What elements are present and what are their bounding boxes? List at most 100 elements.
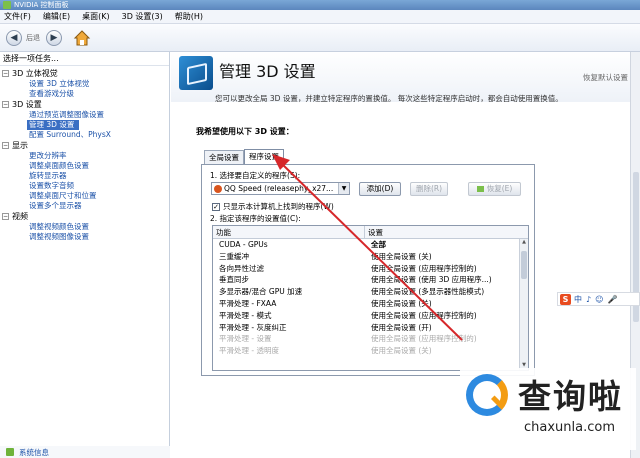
info-icon — [6, 448, 14, 456]
program-icon — [214, 185, 222, 193]
collapse-icon[interactable]: − — [2, 70, 9, 77]
table-row[interactable]: 三重缓冲 使用全局设置 (关) — [213, 251, 528, 263]
table-row[interactable]: 平滑处理 - 透明度 使用全局设置 (关) — [213, 345, 528, 357]
watermark-logo-icon — [466, 374, 508, 416]
tree-item-desktop-color[interactable]: 调整桌面颜色设置 — [2, 161, 169, 171]
table-row[interactable]: 多显示器/混合 GPU 加速 使用全局设置 (多显示器性能模式) — [213, 286, 528, 298]
page-description: 您可以更改全局 3D 设置，并建立特定程序的置换值。 每次这些特定程序启动时，都… — [215, 94, 563, 103]
setting-cell[interactable]: 使用全局设置 (应用程序控制的) — [365, 263, 477, 275]
menu-help[interactable]: 帮助(H) — [175, 11, 203, 22]
setting-cell[interactable]: 使用全局设置 (应用程序控制的) — [365, 310, 477, 322]
feature-cell: 平滑处理 - 透明度 — [219, 346, 279, 356]
tree-item-configure-surround-physx[interactable]: 配置 Surround、PhysX — [2, 130, 169, 140]
setting-cell[interactable]: 使用全局设置 (使用 3D 应用程序...) — [365, 274, 492, 286]
grid-scroll-thumb[interactable] — [521, 251, 527, 279]
grid-header-feature[interactable]: 功能 — [213, 226, 365, 238]
watermark: 查询啦 chaxunla.com — [460, 368, 636, 450]
arrow-left-icon: ◀ — [10, 32, 18, 43]
settings-grid: 功能 设置 CUDA - GPUs 全部 三重缓冲 使用全局设置 (关) 各向异性过滤使… — [212, 225, 529, 371]
show-found-programs-checkbox[interactable]: ✓ 只显示本计算机上找到的程序(W) — [212, 201, 334, 212]
menu-3d-settings[interactable]: 3D 设置(3) — [122, 11, 163, 22]
setting-cell[interactable]: 使用全局设置 (开) — [365, 322, 432, 334]
ime-emoji-icon[interactable]: ☺ — [595, 295, 603, 304]
checkbox-label: 只显示本计算机上找到的程序(W) — [223, 202, 334, 211]
menu-bar: 文件(F) 编辑(E) 桌面(K) 3D 设置(3) 帮助(H) — [0, 10, 640, 24]
table-row[interactable]: CUDA - GPUs 全部 — [213, 239, 528, 251]
feature-cell: 三重缓冲 — [219, 251, 249, 261]
feature-cell: 平滑处理 - 灰度纠正 — [219, 322, 287, 332]
tree-category-3d-settings[interactable]: −3D 设置 — [2, 99, 169, 110]
ime-chinese-mode[interactable]: 中 — [574, 294, 582, 305]
setting-cell[interactable]: 全部 — [365, 239, 386, 251]
table-row[interactable]: 平滑处理 - 灰度纠正 使用全局设置 (开) — [213, 322, 528, 334]
nvidia-small-icon — [476, 186, 484, 192]
tree-item-change-resolution[interactable]: 更改分辨率 — [2, 151, 169, 161]
menu-file[interactable]: 文件(F) — [4, 11, 31, 22]
setting-cell[interactable]: 使用全局设置 (关) — [365, 345, 432, 357]
add-program-button[interactable]: 添加(D) — [359, 182, 401, 196]
section-title: 我希望使用以下 3D 设置： — [196, 127, 294, 136]
arrow-right-icon: ▶ — [50, 32, 58, 43]
toolbar: ◀ 后退 ▶ — [0, 24, 640, 52]
setting-cell[interactable]: 使用全局设置 (应用程序控制的) — [365, 333, 477, 345]
table-row[interactable]: 平滑处理 - 模式 使用全局设置 (应用程序控制的) — [213, 310, 528, 322]
checkmark-icon[interactable]: ✓ — [212, 202, 220, 211]
setting-cell[interactable]: 使用全局设置 (多显示器性能模式) — [365, 286, 484, 298]
restore-defaults-link[interactable]: 恢复默认设置 — [583, 72, 628, 83]
tree-item-video-color[interactable]: 调整视频颜色设置 — [2, 222, 169, 232]
grid-header-setting[interactable]: 设置 — [365, 226, 383, 238]
home-button[interactable] — [72, 28, 92, 48]
tree-item-preview-image-settings[interactable]: 通过预览调整图像设置 — [2, 110, 169, 120]
forward-button[interactable]: ▶ — [46, 29, 62, 46]
feature-cell: CUDA - GPUs — [219, 240, 268, 249]
task-pane: 选择一项任务... −3D 立体视觉 设置 3D 立体视觉 查看游戏分级 −3D… — [0, 52, 170, 446]
table-row[interactable]: 垂直同步 使用全局设置 (使用 3D 应用程序...) — [213, 274, 528, 286]
grid-header: 功能 设置 — [213, 226, 528, 239]
ime-punctuation-icon[interactable]: ♪ — [586, 295, 591, 304]
collapse-icon[interactable]: − — [2, 101, 9, 108]
tree-item-multiple-displays[interactable]: 设置多个显示器 — [2, 201, 169, 211]
scroll-up-icon[interactable]: ▲ — [520, 239, 528, 248]
table-row[interactable]: 平滑处理 - FXAA 使用全局设置 (关) — [213, 298, 528, 310]
collapse-icon[interactable]: − — [2, 142, 9, 149]
setting-cell[interactable]: 使用全局设置 (关) — [365, 251, 432, 263]
3d-settings-icon — [179, 56, 213, 90]
setting-cell[interactable]: 使用全局设置 (关) — [365, 298, 432, 310]
menu-edit[interactable]: 编辑(E) — [43, 11, 70, 22]
settings-tabs: 全局设置 程序设置 — [204, 149, 284, 164]
tree-item-rotate-display[interactable]: 旋转显示器 — [2, 171, 169, 181]
watermark-url: chaxunla.com — [524, 420, 615, 435]
title-bar: NVIDIA 控制面板 — [0, 0, 640, 10]
tree-category-display[interactable]: − 显示 — [2, 140, 169, 151]
tab-program-settings[interactable]: 程序设置 — [244, 149, 284, 164]
table-row[interactable]: 各向异性过滤 使用全局设置 (应用程序控制的) — [213, 263, 528, 275]
tree-item-digital-audio[interactable]: 设置数字音频 — [2, 181, 169, 191]
feature-cell: 平滑处理 - FXAA — [219, 298, 277, 308]
system-info-link[interactable]: 系统信息 — [0, 446, 170, 458]
grid-scrollbar[interactable]: ▲ ▼ — [519, 239, 528, 370]
table-row[interactable]: 平滑处理 - 设置 使用全局设置 (应用程序控制的) — [213, 333, 528, 345]
menu-desktop[interactable]: 桌面(K) — [82, 11, 110, 22]
tree-item-manage-3d-settings[interactable]: 管理 3D 设置 — [27, 120, 79, 130]
tree-category-3d-stereo[interactable]: −3D 立体视觉 — [2, 68, 169, 79]
restore-program-button[interactable]: 恢复(E) — [468, 182, 521, 196]
tree-item-setup-stereo[interactable]: 设置 3D 立体视觉 — [2, 79, 169, 89]
step2-label: 2. 指定该程序的设置值(C): — [210, 214, 301, 223]
sogou-logo[interactable]: S — [560, 293, 571, 305]
back-button[interactable]: ◀ — [6, 29, 22, 46]
task-header: 选择一项任务... — [0, 52, 169, 66]
tree-category-video[interactable]: − 视频 — [2, 211, 169, 222]
feature-cell: 平滑处理 - 模式 — [219, 310, 272, 320]
ime-microphone-icon[interactable]: 🎤 — [607, 295, 617, 304]
tree-item-desktop-size[interactable]: 调整桌面尺寸和位置 — [2, 191, 169, 201]
tree-item-video-image[interactable]: 调整视频图像设置 — [2, 232, 169, 242]
chevron-down-icon[interactable]: ▼ — [338, 183, 349, 194]
collapse-icon[interactable]: − — [2, 213, 9, 220]
remove-program-button[interactable]: 删除(R) — [410, 182, 448, 196]
feature-cell: 各向异性过滤 — [219, 263, 264, 273]
tree-item-game-ratings[interactable]: 查看游戏分级 — [2, 89, 169, 99]
tab-global-settings[interactable]: 全局设置 — [204, 150, 244, 164]
program-select[interactable]: QQ Speed (releasephy_x27... ▼ — [211, 182, 350, 195]
watermark-brand: 查询啦 — [518, 377, 623, 416]
grid-rows: CUDA - GPUs 全部 三重缓冲 使用全局设置 (关) 各向异性过滤 使用全局设置 … — [213, 239, 528, 357]
